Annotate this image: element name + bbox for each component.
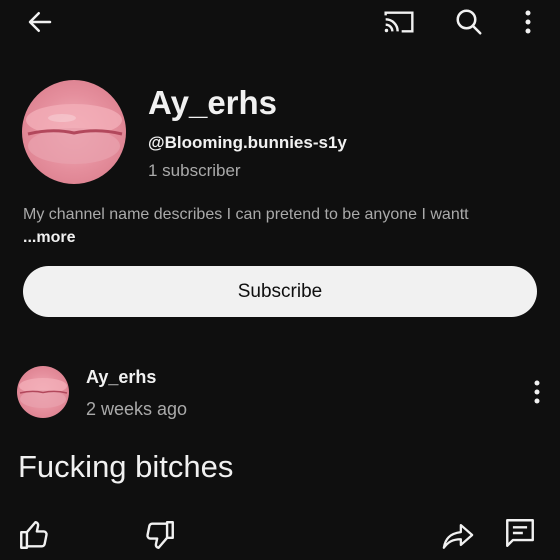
- post-author-avatar[interactable]: [17, 366, 69, 418]
- lips-avatar-image: [17, 366, 69, 418]
- cast-icon: [384, 11, 414, 33]
- more-vertical-icon: [534, 380, 540, 404]
- comment-button[interactable]: [500, 513, 540, 553]
- thumb-down-icon: [146, 521, 174, 549]
- arrow-left-icon: [28, 12, 52, 32]
- top-bar: [0, 0, 560, 46]
- cast-button[interactable]: [379, 2, 419, 42]
- more-options-button[interactable]: [508, 2, 548, 42]
- back-button[interactable]: [20, 2, 60, 42]
- more-vertical-icon: [525, 10, 531, 34]
- post-menu-button[interactable]: [517, 372, 557, 412]
- like-button[interactable]: [14, 515, 54, 555]
- share-button[interactable]: [438, 515, 478, 555]
- description-text: My channel name describes I can pretend …: [23, 206, 469, 223]
- lips-avatar-image: [22, 80, 126, 184]
- channel-screen: Ay_erhs @Blooming.bunnies-s1y 1 subscrib…: [0, 0, 560, 560]
- post-body-text: Fucking bitches: [18, 449, 234, 484]
- post-author-name[interactable]: Ay_erhs: [86, 367, 156, 388]
- more-link[interactable]: ...more: [23, 229, 75, 246]
- share-icon: [442, 523, 474, 549]
- subscriber-count: 1 subscriber: [148, 161, 241, 180]
- search-button[interactable]: [449, 2, 489, 42]
- channel-name: Ay_erhs: [148, 84, 278, 121]
- search-icon: [456, 9, 482, 35]
- subscribe-button[interactable]: Subscribe: [23, 266, 537, 317]
- channel-avatar[interactable]: [22, 80, 126, 184]
- channel-handle: @Blooming.bunnies-s1y: [148, 133, 347, 152]
- channel-description[interactable]: My channel name describes I can pretend …: [23, 203, 493, 249]
- post-timestamp: 2 weeks ago: [86, 399, 188, 419]
- comment-icon: [506, 519, 534, 547]
- dislike-button[interactable]: [140, 515, 180, 555]
- thumb-up-icon: [20, 521, 48, 549]
